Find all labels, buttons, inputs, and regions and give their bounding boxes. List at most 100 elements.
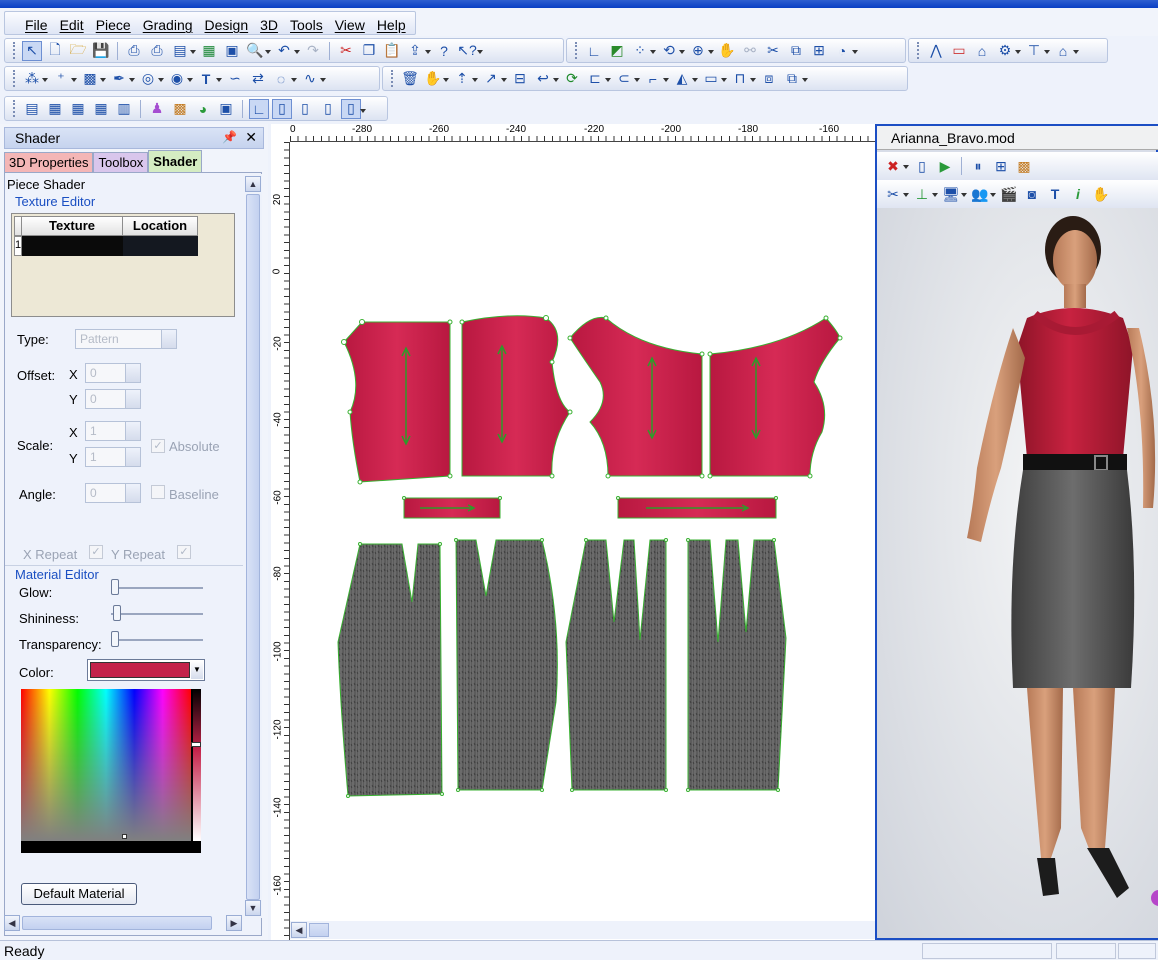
default-material-button[interactable]: Default Material	[21, 883, 137, 905]
spreadsheet-icon[interactable]: ▦	[91, 99, 111, 119]
panel-vertical-scrollbar[interactable]: ▲ ▼	[244, 174, 262, 918]
target-icon[interactable]: ◎	[138, 69, 164, 89]
redo-icon[interactable]: ↷	[303, 41, 323, 61]
scroll-right-icon[interactable]: ▶	[226, 915, 242, 931]
rotate-icon[interactable]: ⟲	[659, 41, 685, 61]
tab-shader[interactable]: Shader	[148, 150, 203, 172]
panel-horizontal-scrollbar[interactable]: ◀ ▶	[4, 914, 244, 932]
move-point-icon[interactable]: ⇡	[452, 69, 478, 89]
compass-icon[interactable]: ⋀	[926, 41, 946, 61]
offset-x-stepper[interactable]: 0	[85, 363, 141, 383]
skirt-back-right-piece[interactable]	[455, 539, 558, 791]
color-spectrum[interactable]	[21, 689, 201, 853]
add-point-icon[interactable]: ⊕	[688, 41, 714, 61]
texture-map-icon[interactable]: ▩	[1014, 156, 1034, 176]
new-piece-icon[interactable]: ⊞	[809, 41, 829, 61]
save-icon[interactable]: 💾	[91, 41, 111, 61]
bodice-back-right-piece[interactable]	[461, 315, 571, 477]
corner-icon[interactable]: ⌐	[643, 69, 669, 89]
context-help-icon[interactable]: ↖?	[457, 41, 483, 61]
help-icon[interactable]: ?	[434, 41, 454, 61]
orientation-ball-icon[interactable]	[1151, 890, 1158, 906]
color-picker-dropdown[interactable]: ▼	[87, 659, 205, 681]
menu-edit[interactable]: Edit	[54, 17, 90, 33]
duplicate-piece-icon[interactable]: ⧉	[786, 41, 806, 61]
bodice-back-left-piece[interactable]	[343, 321, 451, 483]
menu-help[interactable]: Help	[371, 17, 412, 33]
triangle-icon[interactable]: ◭	[672, 69, 698, 89]
image-icon[interactable]: ▣	[222, 41, 242, 61]
print-preview-icon[interactable]: ⎙	[147, 41, 167, 61]
angle-stepper[interactable]: 0	[85, 483, 141, 503]
offset-y-stepper[interactable]: 0	[85, 389, 141, 409]
3d-scene[interactable]	[877, 208, 1158, 938]
scroll-up-icon[interactable]: ▲	[245, 176, 261, 192]
bodice-front-left-piece[interactable]	[569, 316, 703, 477]
copy-icon[interactable]: ❐	[359, 41, 379, 61]
gear-icon[interactable]: ⚙	[995, 41, 1021, 61]
export-icon[interactable]: ⧉	[782, 69, 808, 89]
curve-icon[interactable]: ↩	[533, 69, 559, 89]
pattern-canvas[interactable]: 0 -280 -260 -240 -220 -200 -180 -160 20 …	[271, 124, 876, 940]
hand-icon[interactable]: ✋	[717, 41, 737, 61]
person-icon[interactable]: ♟	[147, 99, 167, 119]
page-dark-icon[interactable]: ▯	[318, 99, 338, 119]
tab-toolbox[interactable]: Toolbox	[93, 152, 149, 172]
cut-icon[interactable]: ✂	[336, 41, 356, 61]
spectrum-cursor[interactable]	[122, 834, 127, 839]
color-icon[interactable]: ◕	[193, 99, 213, 119]
pin-tool-icon[interactable]: ✋	[423, 69, 449, 89]
insert-icon[interactable]: ↗	[481, 69, 507, 89]
window-icon[interactable]: ▤	[22, 99, 42, 119]
toolbar-grip[interactable]	[13, 42, 16, 59]
canvas-horizontal-scrollbar[interactable]: ◀	[290, 921, 876, 939]
glow-slider[interactable]	[111, 579, 119, 595]
menu-view[interactable]: View	[329, 17, 371, 33]
lightness-marker[interactable]	[191, 742, 201, 747]
canvas-scroll-thumb[interactable]	[309, 923, 329, 937]
plot-icon[interactable]: ▤	[170, 41, 196, 61]
paste-icon[interactable]: 📋	[382, 41, 402, 61]
absolute-checkbox[interactable]: ✓	[151, 439, 165, 453]
open-folder-icon[interactable]: 🗁	[68, 41, 88, 61]
menu-design[interactable]: Design	[199, 17, 255, 33]
menu-file[interactable]: File	[19, 17, 54, 33]
h-scroll-thumb[interactable]	[22, 916, 212, 930]
ruler-icon[interactable]: ▭	[949, 41, 969, 61]
tab-3d-properties[interactable]: 3D Properties	[4, 152, 94, 172]
grid-toggle-icon[interactable]: ⊞	[991, 156, 1011, 176]
column-texture[interactable]: Texture	[21, 216, 123, 236]
scale-y-stepper[interactable]: 1	[85, 447, 141, 467]
text-icon[interactable]: T	[1045, 184, 1065, 204]
pin-icon[interactable]: 📌	[222, 130, 237, 144]
render-icon[interactable]: ▣	[216, 99, 236, 119]
zoom-icon[interactable]: 🔍	[245, 41, 271, 61]
grid-view-icon[interactable]: ▦	[45, 99, 65, 119]
scroll-left-icon[interactable]: ◀	[291, 922, 307, 938]
menu-piece[interactable]: Piece	[90, 17, 137, 33]
texture-icon[interactable]: ▩	[170, 99, 190, 119]
transparency-slider[interactable]	[111, 631, 119, 647]
menu-grading[interactable]: Grading	[137, 17, 199, 33]
skirt-front-right-piece[interactable]	[687, 539, 787, 791]
bodice-front-right-piece[interactable]	[709, 317, 841, 477]
fold-icon[interactable]: ⊏	[585, 69, 611, 89]
shininess-slider[interactable]	[112, 605, 121, 621]
text-tool-icon[interactable]: T	[196, 69, 222, 89]
toolbar-grip[interactable]	[13, 100, 16, 117]
y-repeat-checkbox[interactable]: ✓	[177, 545, 191, 559]
refresh-icon[interactable]: ⟳	[562, 69, 582, 89]
scale-icon[interactable]: ⧈	[759, 69, 779, 89]
notch-icon[interactable]: ⊤	[1024, 41, 1050, 61]
shape-icon[interactable]: ⌂	[1053, 41, 1079, 61]
type-select[interactable]: Pattern	[75, 329, 177, 349]
people-icon[interactable]: 👥	[970, 184, 996, 204]
x-repeat-checkbox[interactable]: ✓	[89, 545, 103, 559]
simulate-icon[interactable]: ⏸	[968, 156, 988, 176]
wave-icon[interactable]: ∿	[300, 69, 326, 89]
column-location[interactable]: Location	[122, 216, 198, 236]
calculator-icon[interactable]: ▥	[114, 99, 134, 119]
table-icon[interactable]: ▦	[68, 99, 88, 119]
fill-piece-icon[interactable]: ◩	[607, 41, 627, 61]
box-icon[interactable]: ▭	[701, 69, 727, 89]
